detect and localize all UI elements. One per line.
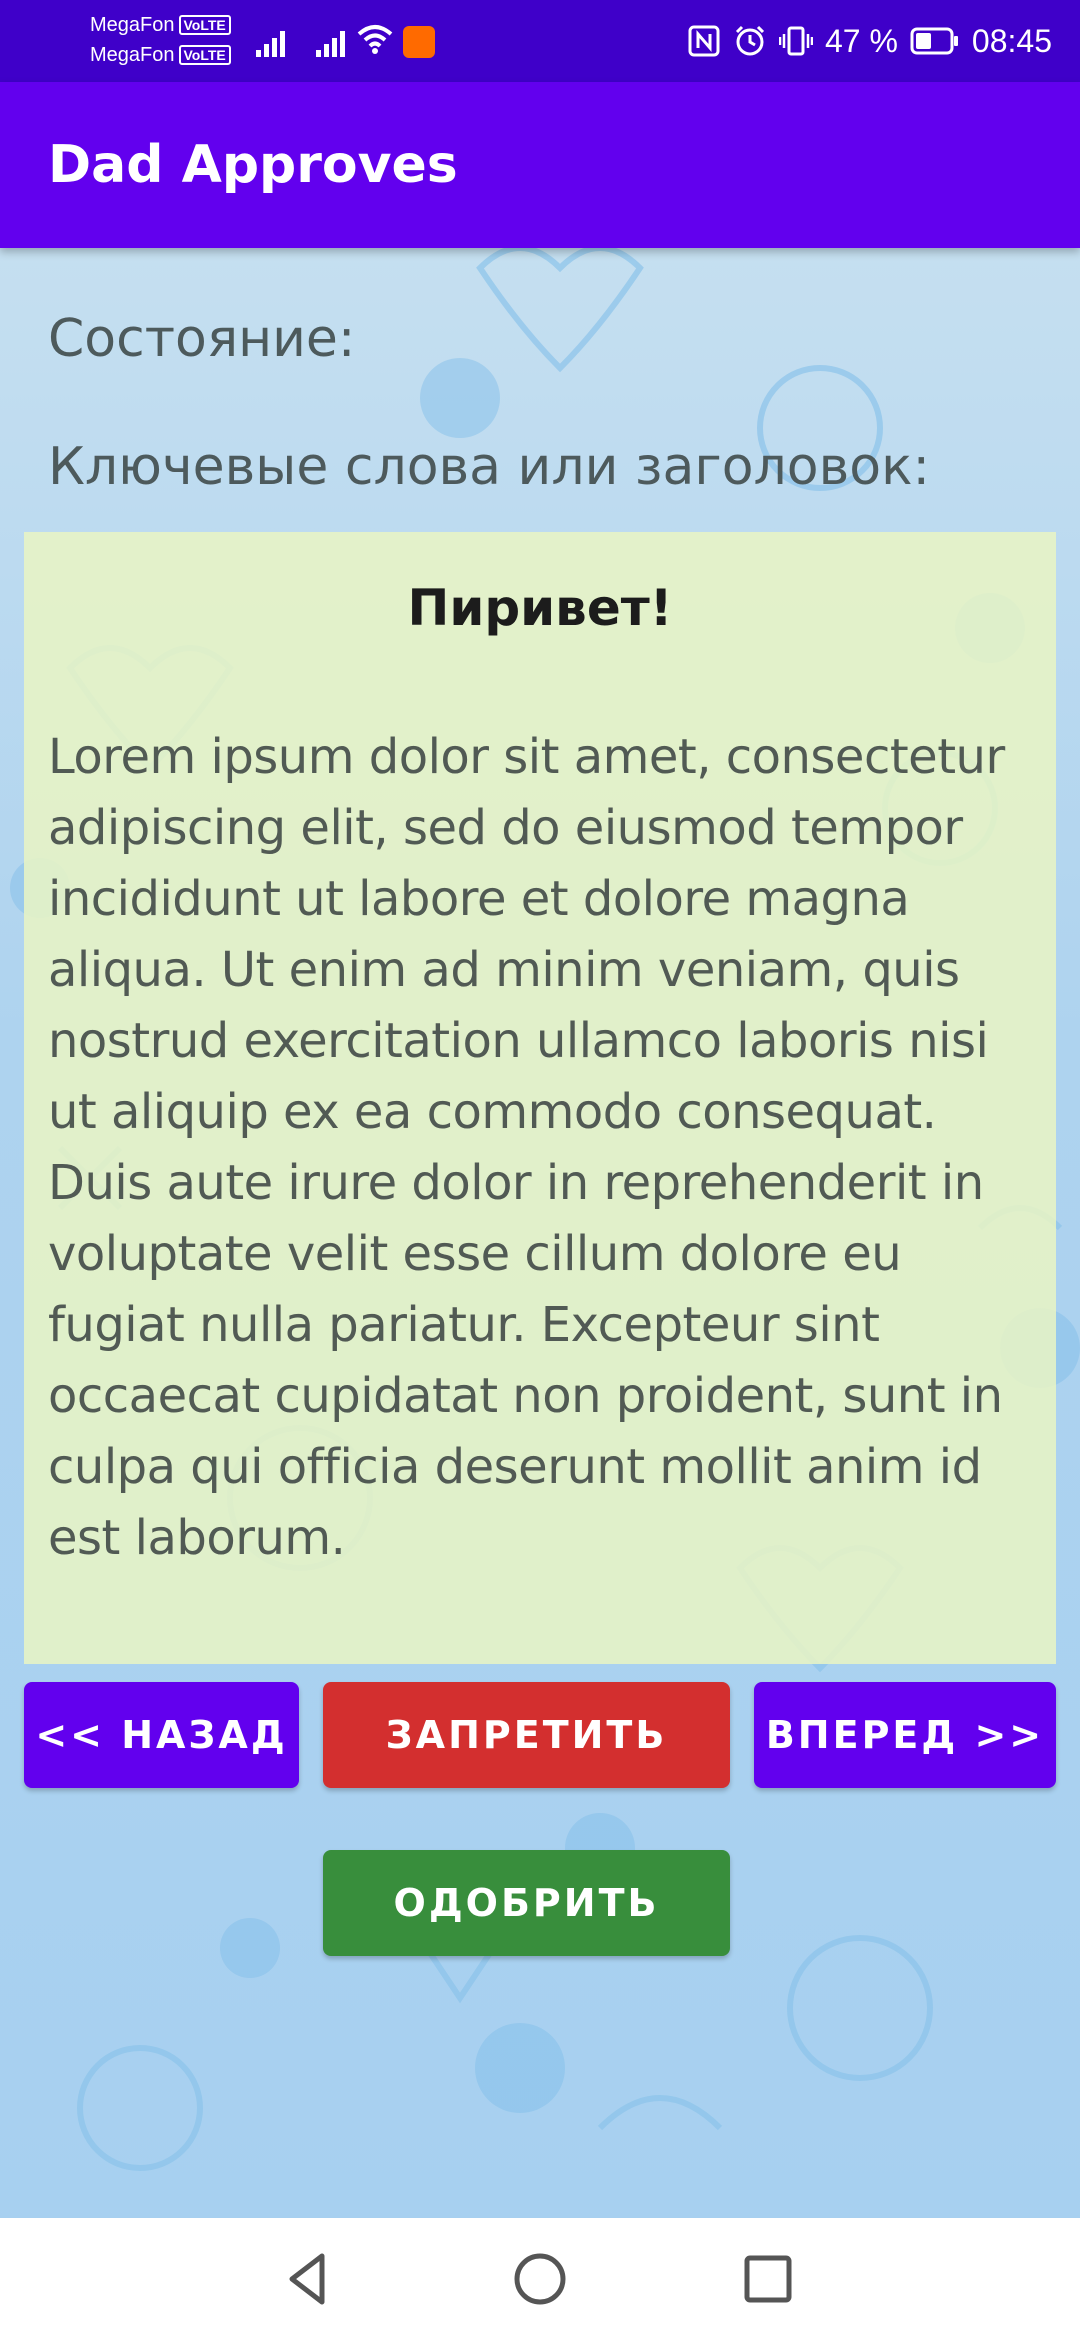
message-body: Lorem ipsum dolor sit amet, consectetur … xyxy=(48,729,1005,1566)
state-label: Состояние: xyxy=(48,309,356,369)
carrier-info: MegaFon VoLTE MegaFon VoLTE xyxy=(90,10,240,70)
approve-button[interactable]: ОДОБРИТЬ xyxy=(323,1850,730,1956)
signal-icon xyxy=(256,31,285,57)
navigation-bar xyxy=(0,2218,1080,2340)
wifi-icon xyxy=(357,25,393,54)
nfc-icon xyxy=(688,25,720,57)
carrier-name-2: MegaFon xyxy=(90,44,175,66)
clock: 08:45 xyxy=(971,22,1052,59)
home-icon[interactable] xyxy=(507,2246,573,2312)
volte-badge-2: VoLTE xyxy=(178,45,231,65)
vibrate-icon xyxy=(778,26,813,56)
alarm-icon xyxy=(735,25,765,56)
message-title: Пиривет! xyxy=(407,579,673,637)
app-notification-icon xyxy=(403,26,435,58)
content-area: Состояние: Ключевые слова или заголовок:… xyxy=(0,248,1080,2218)
app-bar: Dad Approves xyxy=(0,82,1080,248)
back-button[interactable]: << НАЗАД xyxy=(24,1682,299,1788)
forbid-button[interactable]: ЗАПРЕТИТЬ xyxy=(323,1682,730,1788)
app-title: Dad Approves xyxy=(48,135,458,195)
volte-badge-1: VoLTE xyxy=(178,15,231,35)
battery-icon xyxy=(910,27,958,55)
keywords-label: Ключевые слова или заголовок: xyxy=(48,437,930,497)
message-card: Пиривет! Lorem ipsum dolor sit amet, con… xyxy=(24,532,1056,1664)
carrier-name-1: MegaFon xyxy=(90,14,175,36)
signal-icon-2 xyxy=(316,31,345,57)
recents-icon[interactable] xyxy=(735,2246,801,2312)
back-icon[interactable] xyxy=(276,2246,342,2312)
status-bar: MegaFon VoLTE MegaFon VoLTE 47 % 08:45 xyxy=(0,0,1080,82)
battery-percent: 47 % xyxy=(824,22,898,59)
forward-button[interactable]: ВПЕРЕД >> xyxy=(754,1682,1056,1788)
